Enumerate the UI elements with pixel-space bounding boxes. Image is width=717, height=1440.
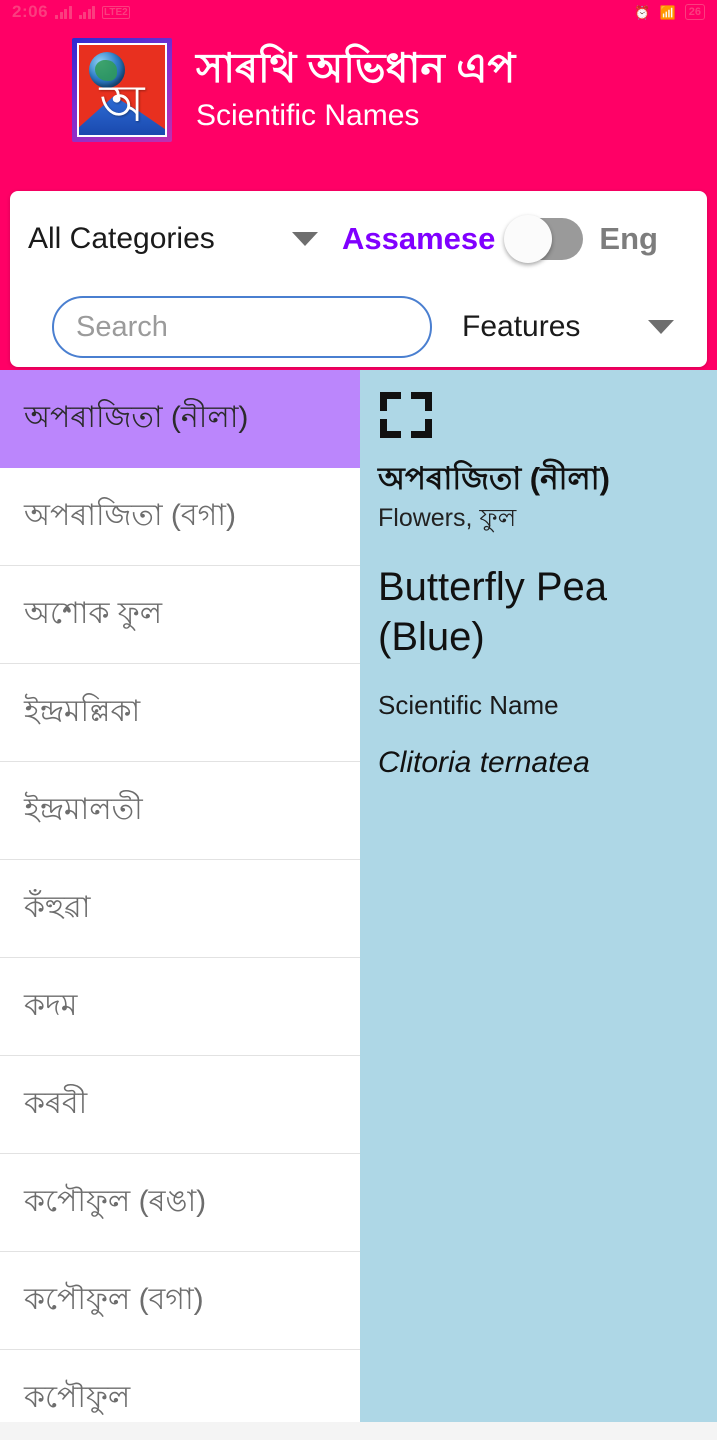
detail-title: অপৰাজিতা (নীলা) xyxy=(378,461,610,496)
list-item-label: কৰবী xyxy=(24,1087,88,1120)
bottom-bar xyxy=(0,1422,717,1440)
signal-bars-secondary-icon xyxy=(78,5,96,19)
battery-indicator: 26 xyxy=(684,4,705,20)
page-subtitle: Scientific Names xyxy=(196,99,420,132)
app-logo: অ xyxy=(72,38,172,142)
list-item-label: অপৰাজিতা (নীলা) xyxy=(24,401,249,434)
list-item[interactable]: কদম xyxy=(0,958,360,1056)
chevron-down-icon xyxy=(648,320,674,334)
list-item-label: কপৌফুল xyxy=(24,1381,131,1414)
brand-block: অ সাৰথি অভিধান এপ Scientific Names xyxy=(0,24,717,142)
bluetooth-icon: 📶 xyxy=(659,4,676,20)
list-item[interactable]: কপৌফুল xyxy=(0,1350,360,1422)
status-time: 2:06 xyxy=(12,2,49,21)
detail-english-name: Butterfly Pea (Blue) xyxy=(378,565,608,659)
list-item[interactable]: কঁহুৱা xyxy=(0,860,360,958)
detail-panel: অপৰাজিতা (নীলা) Flowers, ফুল Butterfly P… xyxy=(360,370,717,1422)
list-item-label: ইন্দ্ৰমালতী xyxy=(24,793,143,826)
app-root: 2:06 LTE2 ⏰ 📶 26 অ সাৰথি অভিধান এপ Scien… xyxy=(0,0,717,1440)
list-item[interactable]: অপৰাজিতা (বগা) xyxy=(0,468,360,566)
list-item-label: কদম xyxy=(24,989,78,1022)
app-logo-inner: অ xyxy=(77,43,167,137)
fullscreen-expand-icon[interactable] xyxy=(380,392,432,438)
language-assamese-label[interactable]: Assamese xyxy=(342,221,495,257)
controls-row-top: All Categories Assamese Eng xyxy=(10,191,707,287)
list-item[interactable]: ইন্দ্ৰমালতী xyxy=(0,762,360,860)
list-item-label: কপৌফুল (বগা) xyxy=(24,1283,204,1316)
status-bar-left: 2:06 LTE2 xyxy=(12,2,130,22)
features-dropdown-label: Features xyxy=(462,310,581,343)
search-input[interactable]: Search xyxy=(52,296,432,358)
list-item-label: কঁহুৱা xyxy=(24,891,91,924)
category-dropdown[interactable]: All Categories xyxy=(28,222,318,256)
list-item[interactable]: অশোক ফুল xyxy=(0,566,360,664)
content-area: অপৰাজিতা (নীলা) অপৰাজিতা (বগা) অশোক ফুল ইন্… xyxy=(0,370,717,1422)
search-placeholder: Search xyxy=(76,310,168,343)
detail-scientific-name: Clitoria ternatea xyxy=(378,746,590,779)
features-dropdown[interactable]: Features xyxy=(462,310,674,344)
language-toggle-knob xyxy=(504,215,553,263)
header-titles: সাৰথি অভিধান এপ Scientific Names xyxy=(196,43,515,137)
language-english-label[interactable]: Eng xyxy=(599,221,658,257)
list-item[interactable]: কপৌফুল (ৰঙা) xyxy=(0,1154,360,1252)
language-toggle[interactable] xyxy=(504,215,584,263)
chevron-down-icon xyxy=(292,232,318,246)
list-item[interactable]: ইন্দ্ৰমল্লিকা xyxy=(0,664,360,762)
alarm-icon: ⏰ xyxy=(634,4,651,20)
list-item-label: অশোক ফুল xyxy=(24,597,163,630)
logo-letter: অ xyxy=(99,76,145,134)
app-header: অ সাৰথি অভিধান এপ Scientific Names All C… xyxy=(0,24,717,370)
list-item-label: ইন্দ্ৰমল্লিকা xyxy=(24,695,141,728)
list-item-label: অপৰাজিতা (বগা) xyxy=(24,499,236,532)
list-item[interactable]: কৰবী xyxy=(0,1056,360,1154)
list-item[interactable]: অপৰাজিতা (নীলা) xyxy=(0,370,360,468)
category-dropdown-label: All Categories xyxy=(28,222,215,255)
list-item[interactable]: কপৌফুল (বগা) xyxy=(0,1252,360,1350)
status-bar-right: ⏰ 📶 26 xyxy=(634,4,705,20)
list-item-label: কপৌফুল (ৰঙা) xyxy=(24,1185,207,1218)
status-bar: 2:06 LTE2 ⏰ 📶 26 xyxy=(0,0,717,24)
detail-scientific-label: Scientific Name xyxy=(378,690,559,720)
detail-category: Flowers, ফুল xyxy=(378,504,517,532)
controls-card: All Categories Assamese Eng Search Featu… xyxy=(10,191,707,367)
controls-row-bottom: Search Features xyxy=(10,287,707,367)
word-list[interactable]: অপৰাজিতা (নীলা) অপৰাজিতা (বগা) অশোক ফুল ইন্… xyxy=(0,370,360,1422)
signal-bars-icon xyxy=(55,5,72,19)
network-type-label: LTE2 xyxy=(102,5,130,19)
page-title: সাৰথি অভিধান এপ xyxy=(196,45,516,91)
